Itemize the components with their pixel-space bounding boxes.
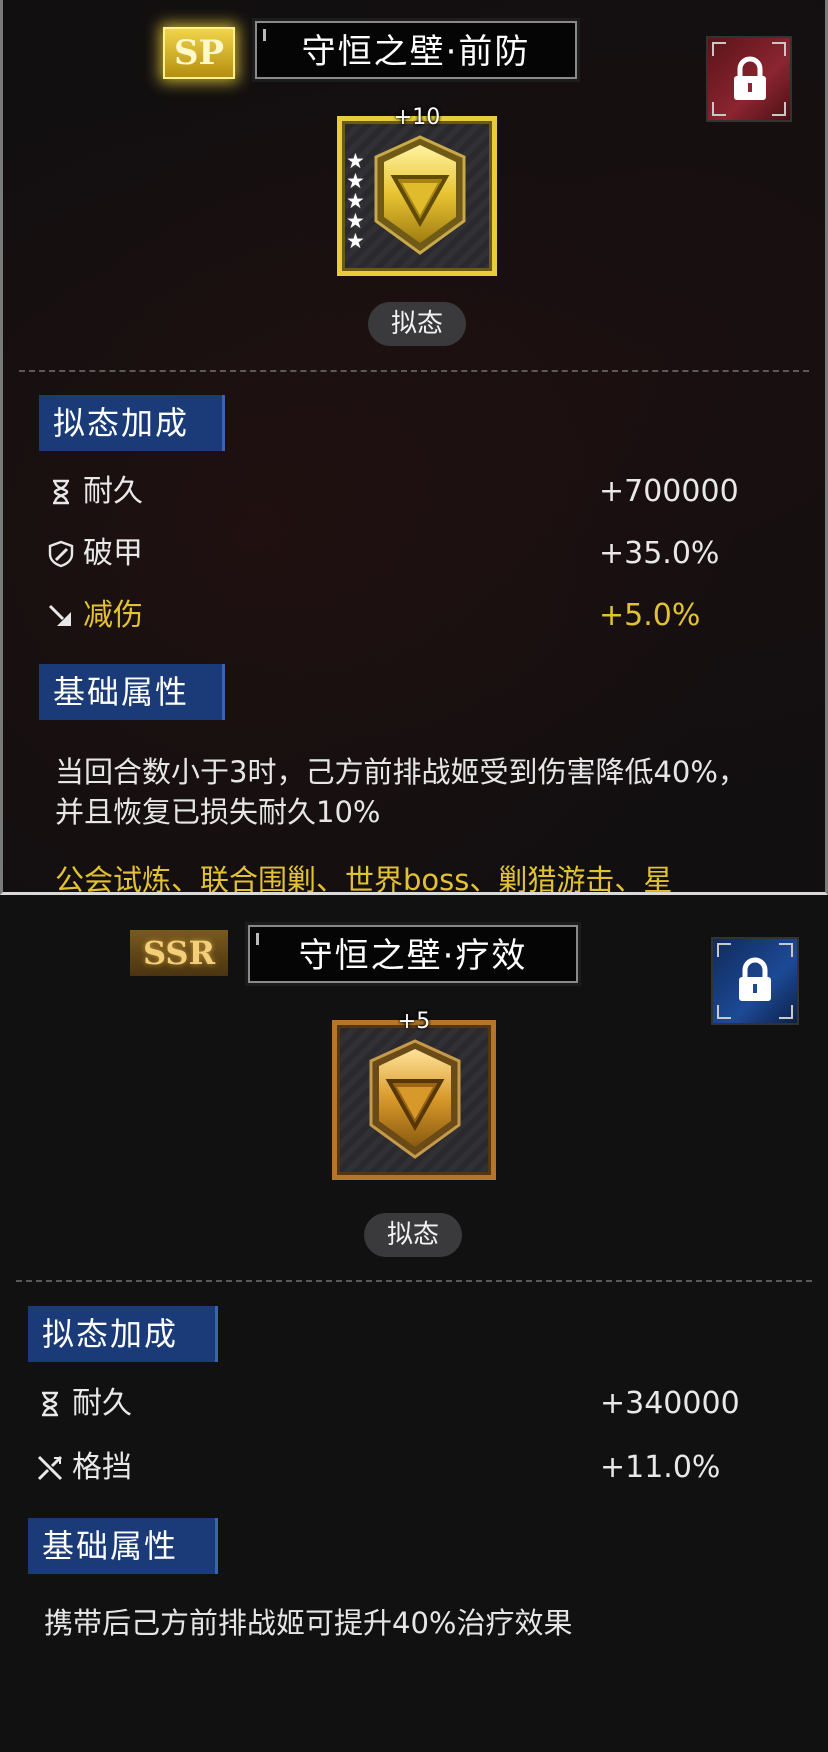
frame-corner: [712, 42, 726, 56]
divider: [16, 1280, 812, 1282]
section-title-mimic-bonus: 拟态加成: [28, 1306, 218, 1362]
hourglass-icon: [53, 479, 69, 505]
frame-corner: [717, 943, 731, 957]
frame-corner: [772, 102, 786, 116]
stat-row-block: 格挡 +11.0%: [36, 1446, 756, 1490]
stat-row-durability: 耐久 +700000: [47, 470, 767, 514]
enhance-level: +10: [393, 105, 441, 130]
damage-reduce-icon: [48, 604, 71, 626]
divider: [19, 370, 809, 372]
shield-emblem-icon: [369, 1039, 461, 1159]
stat-value: +11.0%: [600, 1450, 721, 1485]
section-title-base-attributes: 基础属性: [28, 1518, 218, 1574]
frame-corner: [779, 943, 793, 957]
effect-description: 当回合数小于3时，己方前排战姬受到伤害降低40%，并且恢复已损失耐久10%: [55, 755, 747, 829]
mimic-badge[interactable]: 拟态: [368, 302, 466, 346]
stat-name: 格挡: [72, 1450, 132, 1485]
frame-corner: [717, 1005, 731, 1019]
frame-corner: [712, 102, 726, 116]
enhance-level: +5: [397, 1009, 431, 1034]
section-title-base-attributes: 基础属性: [39, 664, 225, 720]
hourglass-icon: [42, 1391, 58, 1417]
mimic-badge[interactable]: 拟态: [364, 1213, 462, 1257]
equipment-icon-slot[interactable]: +5: [332, 1009, 496, 1180]
stat-row-durability: 耐久 +340000: [36, 1382, 756, 1426]
stat-name: 破甲: [83, 536, 143, 571]
rarity-badge-sp: SP: [163, 27, 235, 79]
equipment-name-box: 守恒之壁·疗效: [245, 922, 581, 986]
stat-row-damage-reduction: 减伤 +5.0%: [47, 594, 767, 638]
stat-value: +35.0%: [599, 536, 720, 571]
lock-button[interactable]: [706, 36, 792, 122]
stat-value: +700000: [599, 474, 739, 509]
corner-dot: [256, 933, 259, 945]
equipment-icon-slot[interactable]: +10 ★ ★ ★ ★ ★: [337, 105, 497, 276]
shield-pierce-icon: [48, 540, 74, 568]
stat-name: 减伤: [83, 598, 143, 633]
stat-value: +340000: [600, 1386, 740, 1421]
rarity-badge-ssr: SSR: [130, 930, 228, 976]
stat-value: +5.0%: [599, 598, 701, 633]
lock-icon: [734, 56, 766, 100]
stat-name: 耐久: [83, 474, 143, 509]
frame-corner: [772, 42, 786, 56]
effect-description: 携带后己方前排战姬可提升40%治疗效果: [44, 1606, 573, 1640]
equipment-name: 守恒之壁·疗效: [298, 936, 528, 976]
shield-emblem-icon: [374, 135, 466, 255]
corner-dot: [263, 29, 266, 41]
frame-corner: [779, 1005, 793, 1019]
stat-row-armor-break: 破甲 +35.0%: [47, 532, 767, 576]
source-text: 公会试炼、联合围剿、世界boss、剿猎游击、星: [55, 863, 673, 895]
equipment-card-ssr: SSR 守恒之壁·疗效 +5 拟态 拟态加成 耐久 +340000 格挡 +11…: [0, 895, 828, 1752]
stat-name: 耐久: [72, 1386, 132, 1421]
section-title-mimic-bonus: 拟态加成: [39, 395, 225, 451]
equipment-card-sp: SP 守恒之壁·前防 +10 ★ ★ ★ ★ ★ 拟态 拟态加成 耐久 +700…: [0, 0, 828, 895]
lock-icon: [739, 957, 771, 1001]
lock-button[interactable]: [711, 937, 799, 1025]
equipment-name: 守恒之壁·前防: [301, 32, 531, 72]
equipment-name-box: 守恒之壁·前防: [252, 18, 580, 82]
block-icon: [37, 1455, 63, 1481]
